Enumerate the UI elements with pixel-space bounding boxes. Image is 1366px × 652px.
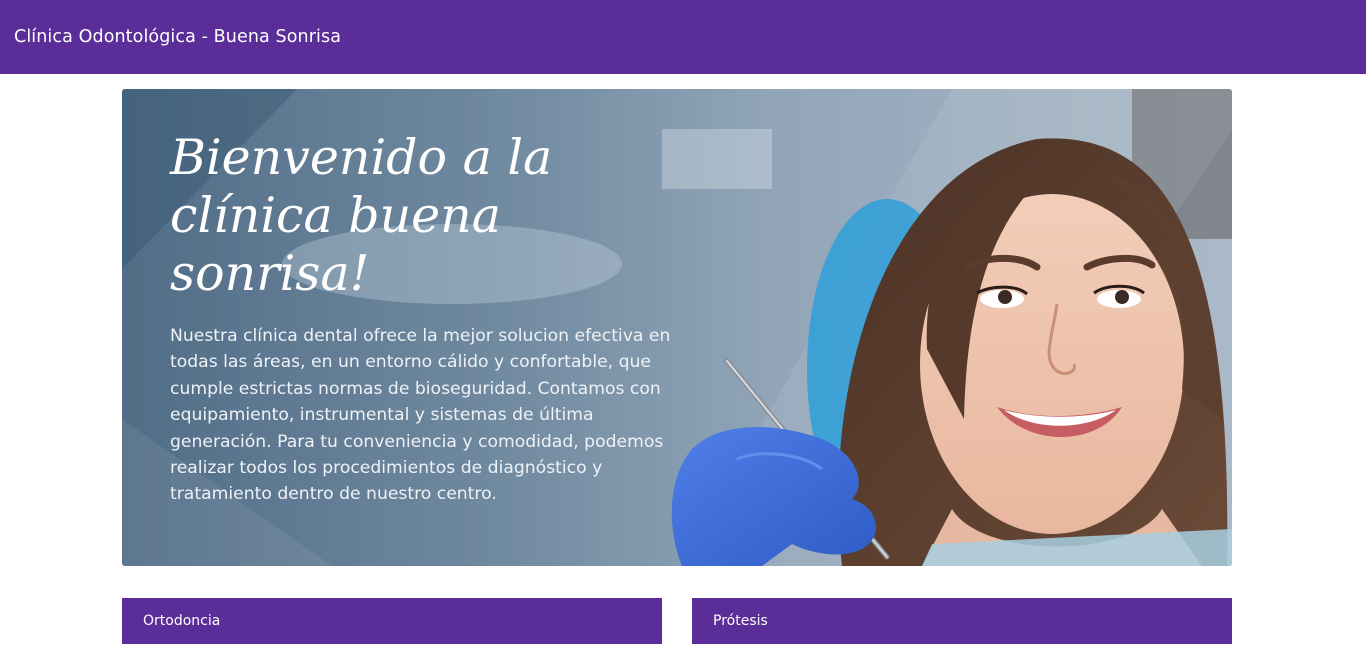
hero-title: Bienvenido a la clínica buena sonrisa! [170,129,553,302]
brand-link[interactable]: Clínica Odontológica - Buena Sonrisa [14,27,341,47]
hero-text-block: Bienvenido a la clínica buena sonrisa! N… [170,129,690,508]
hero-banner: Bienvenido a la clínica buena sonrisa! N… [122,89,1232,566]
card-protesis-header[interactable]: Prótesis [692,598,1232,644]
card-ortodoncia-header[interactable]: Ortodoncia [122,598,662,644]
top-navbar: Clínica Odontológica - Buena Sonrisa [0,0,1366,74]
hero-description: Nuestra clínica dental ofrece la mejor s… [170,326,671,505]
